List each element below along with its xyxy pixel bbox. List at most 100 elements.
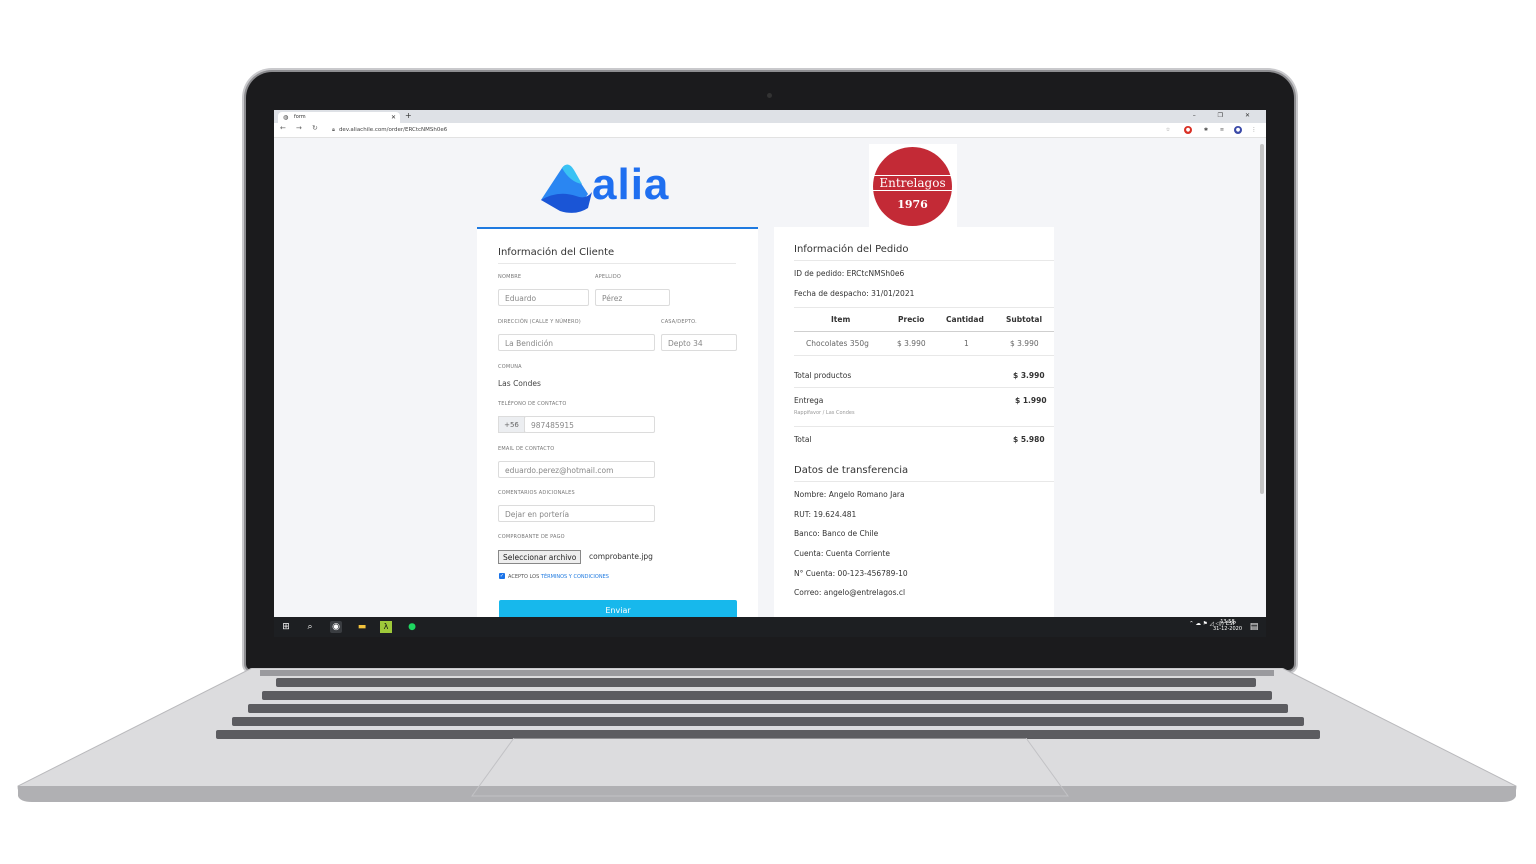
new-tab-button[interactable]: + (405, 111, 412, 120)
screen: ◍ form ✕ + – ❐ ✕ ← → ↻ 🔒︎ dev.aliachile.c… (274, 110, 1266, 637)
nombre-input[interactable]: Eduardo (498, 289, 589, 306)
divider (794, 331, 1054, 332)
entrelagos-name: Entrelagos (873, 175, 952, 191)
comentarios-label: COMENTARIOS ADICIONALES (498, 490, 575, 496)
close-icon[interactable]: ✕ (391, 112, 396, 123)
telefono-label: TELÉFONO DE CONTACTO (498, 401, 567, 407)
lock-icon: 🔒︎ (332, 127, 335, 133)
divider (794, 426, 1054, 427)
telefono-input[interactable]: 987485915 (524, 416, 655, 433)
th-precio: Precio (898, 315, 925, 324)
transfer-rut: RUT: 19.624.481 (794, 510, 857, 519)
clock[interactable]: 13:58 31-12-2020 (1213, 619, 1242, 633)
divider (794, 481, 1054, 482)
entrega-label: Entrega (794, 396, 824, 405)
url-text: dev.aliachile.com/order/ERCtcNMSh0e6 (338, 127, 448, 133)
entrelagos-year: 1976 (897, 198, 928, 211)
comuna-value: Las Condes (498, 379, 541, 388)
terms-checkbox[interactable]: ✓ (499, 573, 505, 579)
spotify-icon[interactable]: ● (406, 621, 418, 633)
telefono-prefix: +56 (498, 416, 525, 433)
clock-time: 13:58 (1220, 619, 1235, 625)
order-id: ID de pedido: ERCtcNMSh0e6 (794, 269, 905, 278)
entrega-sub: Rappifavor / Las Condes (794, 410, 855, 416)
tab-strip: ◍ form ✕ + – ❐ ✕ (274, 110, 1266, 123)
divider (794, 387, 1054, 388)
keyboard-row (232, 717, 1304, 726)
trackpad (471, 738, 1069, 797)
keyboard-row (248, 704, 1288, 713)
th-item: Item (831, 315, 851, 324)
adblock-icon[interactable]: ● (1184, 126, 1192, 134)
terms-prefix: ACEPTO LOS (508, 574, 541, 580)
transfer-cuenta: Cuenta: Cuenta Corriente (794, 549, 890, 558)
windows-start-icon[interactable]: ⊞ (280, 621, 292, 633)
divider (794, 355, 1054, 356)
email-input[interactable]: eduardo.perez@hotmail.com (498, 461, 655, 478)
lambda-app-icon[interactable]: λ (380, 621, 392, 633)
file-select-button[interactable]: Seleccionar archivo (498, 550, 582, 564)
comprobante-label: COMPROBANTE DE PAGO (498, 534, 565, 540)
th-cantidad: Cantidad (946, 315, 984, 324)
terms-text: ACEPTO LOS TÉRMINOS Y CONDICIONES (508, 574, 609, 580)
address-bar[interactable]: 🔒︎ dev.aliachile.com/order/ERCtcNMSh0e6 (332, 125, 1152, 135)
reload-icon[interactable]: ↻ (312, 124, 318, 132)
scrollbar[interactable] (1260, 144, 1264, 494)
clock-date: 31-12-2020 (1212, 626, 1242, 632)
entrelagos-seal: Entrelagos 1976 (873, 147, 952, 226)
order-info-title: Información del Pedido (794, 244, 909, 255)
search-icon[interactable]: ⌕ (304, 621, 316, 633)
total-productos-value: $ 3.990 (1013, 371, 1045, 380)
table-cell-item: Chocolates 350g (806, 339, 869, 348)
forward-icon[interactable]: → (296, 124, 302, 132)
table-cell-cantidad: 1 (964, 339, 969, 348)
globe-icon: ◍ (283, 114, 289, 121)
transfer-correo: Correo: angelo@entrelagos.cl (794, 588, 906, 597)
extensions-icon[interactable]: ✱ (1202, 126, 1210, 134)
chrome-icon[interactable]: ◉ (330, 621, 342, 633)
file-name: comprobante.jpg (589, 552, 653, 561)
order-info-card: Información del Pedido ID de pedido: ERC… (774, 227, 1054, 617)
transfer-banco: Banco: Banco de Chile (794, 529, 879, 538)
entrega-value: $ 1.990 (1015, 396, 1047, 405)
page-content: alia Entrelagos 1976 Información del Cli… (274, 138, 1266, 617)
divider (794, 260, 1054, 261)
th-subtotal: Subtotal (1006, 315, 1043, 324)
star-icon[interactable]: ☆ (1164, 126, 1172, 134)
tab-title: form (294, 114, 306, 120)
divider (794, 307, 1054, 308)
notifications-icon[interactable]: ▤ (1248, 621, 1260, 633)
reading-list-icon[interactable]: ≡ (1218, 126, 1226, 134)
transfer-title: Datos de transferencia (794, 465, 909, 476)
transfer-numero: N° Cuenta: 00-123-456789-10 (794, 569, 908, 578)
comuna-label: COMUNA (498, 364, 522, 370)
direccion-input[interactable]: La Bendición (498, 334, 655, 351)
customer-info-title: Información del Cliente (498, 247, 615, 258)
table-cell-precio: $ 3.990 (897, 339, 926, 348)
submit-button[interactable]: Enviar (499, 600, 737, 617)
nombre-label: NOMBRE (498, 274, 522, 280)
keyboard-row (276, 678, 1256, 687)
window-controls[interactable]: – ❐ ✕ (1193, 110, 1260, 122)
customer-info-card: Información del Cliente NOMBRE APELLIDO … (477, 227, 758, 617)
taskbar: ⊞ ⌕ ◉ ▬ λ ● ⌃ ☁ ⚑ ◿ ◁)) ESP 13:58 31-12-… (274, 617, 1266, 637)
menu-icon[interactable]: ⋮ (1250, 126, 1258, 134)
apellido-input[interactable]: Pérez (595, 289, 670, 306)
transfer-nombre: Nombre: Angelo Romano Jara (794, 490, 905, 499)
direccion-label: DIRECCIÓN (CALLE Y NÚMERO) (498, 319, 581, 325)
comentarios-input[interactable]: Dejar en portería (498, 505, 655, 522)
table-cell-subtotal: $ 3.990 (1010, 339, 1039, 348)
keyboard-row (262, 691, 1272, 700)
terms-link[interactable]: TÉRMINOS Y CONDICIONES (541, 574, 609, 580)
total-label: Total (794, 435, 812, 444)
apellido-label: APELLIDO (595, 274, 622, 280)
camera (767, 93, 772, 98)
back-icon[interactable]: ← (280, 124, 286, 132)
browser-toolbar: ← → ↻ 🔒︎ dev.aliachile.com/order/ERCtcNMS… (274, 123, 1266, 138)
browser-tab[interactable]: ◍ form ✕ (278, 112, 400, 123)
entrelagos-logo: Entrelagos 1976 (869, 144, 957, 228)
total-productos-label: Total productos (794, 371, 852, 380)
file-explorer-icon[interactable]: ▬ (356, 621, 368, 633)
casa-input[interactable]: Depto 34 (661, 334, 737, 351)
profile-avatar[interactable]: ● (1234, 126, 1242, 134)
